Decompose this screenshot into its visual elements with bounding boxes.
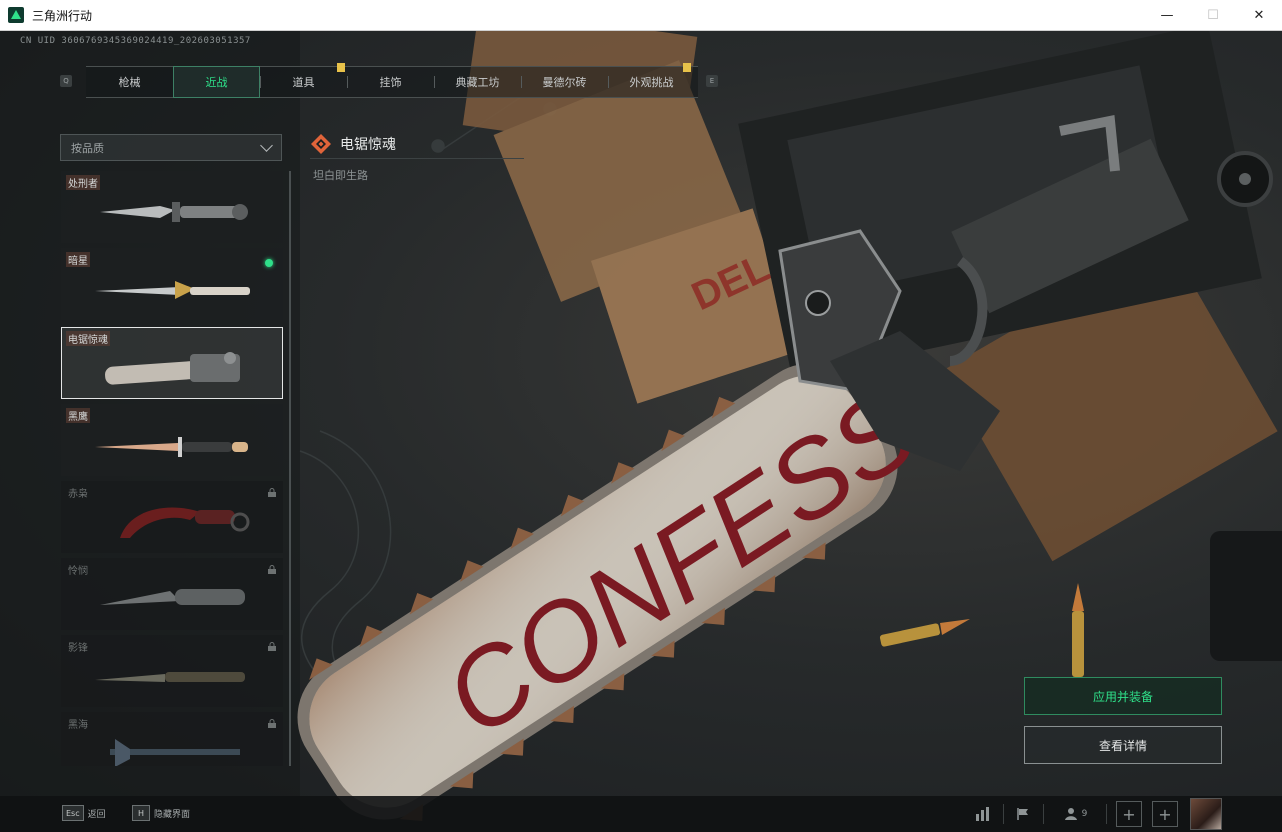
hide-ui-hint[interactable]: H 隐藏界面 xyxy=(132,805,190,821)
window-title: 三角洲行动 xyxy=(32,8,93,23)
chainsaw-icon xyxy=(105,352,240,385)
skin-list-scrollbar[interactable] xyxy=(289,171,291,766)
skin-item-label: 影锋 xyxy=(68,643,88,654)
skin-item-shadow-blade[interactable]: 影锋 xyxy=(61,635,283,707)
friends-count: 9 xyxy=(1081,809,1088,819)
tab-mandel-brick[interactable]: 曼德尔砖 xyxy=(521,67,608,97)
friends-button[interactable]: 9 xyxy=(1058,802,1094,826)
hide-ui-label: 隐藏界面 xyxy=(154,809,191,820)
skin-item-mercy[interactable]: 怜悯 xyxy=(61,558,283,630)
category-tabbar: 枪械 近战 道具 挂饰 典藏工坊 曼德尔砖 外观挑战 xyxy=(86,66,698,98)
chevron-down-icon xyxy=(260,138,273,152)
game-viewport: DEL CONFESS CN UID 3606769345369024419_2… xyxy=(0,31,1282,832)
friends-icon xyxy=(1064,808,1077,820)
folding-knife-icon xyxy=(100,589,245,605)
esc-keycap: Esc xyxy=(62,805,84,821)
stats-chart-icon[interactable] xyxy=(970,802,996,826)
divider xyxy=(1106,804,1107,824)
tab-notification-marker xyxy=(683,63,691,72)
equipped-indicator-icon xyxy=(265,259,273,267)
minimize-button[interactable]: — xyxy=(1144,0,1190,31)
divider xyxy=(1043,804,1044,824)
quality-filter-dropdown[interactable]: 按品质 xyxy=(60,134,282,161)
tab-melee[interactable]: 近战 xyxy=(173,66,260,98)
tab-collection-workshop[interactable]: 典藏工坊 xyxy=(434,67,521,97)
h-keycap: H xyxy=(132,805,150,821)
karambit-icon xyxy=(120,507,250,538)
bowie-knife-icon xyxy=(95,437,248,457)
axe-icon xyxy=(110,739,240,766)
player-uid: CN UID 3606769345369024419_202603051357 xyxy=(20,36,251,46)
butterfly-knife-icon xyxy=(95,672,245,682)
tab-guns[interactable]: 枪械 xyxy=(86,67,173,97)
skin-item-executioner[interactable]: 处刑者 xyxy=(61,171,283,243)
tab-notification-marker xyxy=(337,63,345,72)
close-button[interactable]: ✕ xyxy=(1236,0,1282,31)
skin-item-black-hawk[interactable]: 黑鹰 xyxy=(61,404,283,476)
apply-and-equip-button[interactable]: 应用并装备 xyxy=(1024,677,1222,715)
tab-prev-key-hint[interactable]: Q xyxy=(60,75,72,87)
dagger-icon xyxy=(95,281,250,299)
selected-skin-header: 电锯惊魂 xyxy=(310,129,524,159)
lock-icon xyxy=(268,565,276,574)
skin-item-red-owl[interactable]: 赤枭 xyxy=(61,481,283,553)
skin-item-label: 怜悯 xyxy=(68,566,88,577)
skin-item-label: 赤枭 xyxy=(68,489,88,500)
lock-icon xyxy=(268,488,276,497)
tab-appearance-challenge[interactable]: 外观挑战 xyxy=(608,67,695,97)
tab-items[interactable]: 道具 xyxy=(260,67,347,97)
flag-icon[interactable] xyxy=(1010,802,1036,826)
lock-icon xyxy=(268,642,276,651)
view-details-button[interactable]: 查看详情 xyxy=(1024,726,1222,764)
rarity-diamond-icon xyxy=(311,133,331,154)
selected-skin-title: 电锯惊魂 xyxy=(340,136,396,153)
add-teammate-button[interactable]: + xyxy=(1152,801,1178,827)
back-hint[interactable]: Esc 返回 xyxy=(62,805,106,821)
skin-item-label: 暗星 xyxy=(66,252,90,267)
filter-label: 按品质 xyxy=(71,141,104,155)
skin-item-dark-star[interactable]: 暗星 xyxy=(61,248,283,320)
avatar[interactable] xyxy=(1190,798,1222,830)
bottom-bar: Esc 返回 H 隐藏界面 9 + + xyxy=(0,796,1282,832)
skin-item-black-sea[interactable]: 黑海 xyxy=(61,712,283,766)
melee-skin-list: 处刑者 暗星 电锯惊魂 黑鹰 赤枭 怜悯 影锋 黑海 xyxy=(60,171,284,766)
divider xyxy=(1003,804,1004,824)
tab-next-key-hint[interactable]: E xyxy=(706,75,718,87)
app-logo-icon xyxy=(8,7,24,23)
back-label: 返回 xyxy=(87,809,106,820)
lock-icon xyxy=(268,719,276,728)
add-teammate-button[interactable]: + xyxy=(1116,801,1142,827)
skin-item-label: 黑海 xyxy=(68,720,88,731)
selected-skin-subtitle: 坦白即生路 xyxy=(313,169,368,182)
skin-item-chainsaw-scare[interactable]: 电锯惊魂 xyxy=(61,327,283,399)
tab-charms[interactable]: 挂饰 xyxy=(347,67,434,97)
window-titlebar: 三角洲行动 — ☐ ✕ xyxy=(0,0,1282,31)
maximize-button[interactable]: ☐ xyxy=(1190,0,1236,31)
window-controls: — ☐ ✕ xyxy=(1144,0,1282,31)
skin-item-label: 黑鹰 xyxy=(66,408,90,423)
combat-knife-icon xyxy=(100,202,248,222)
